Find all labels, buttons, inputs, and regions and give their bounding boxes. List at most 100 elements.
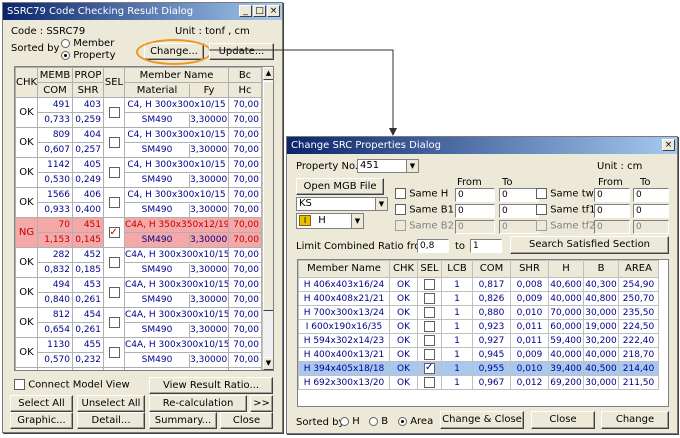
same-tw-to[interactable]: 0 — [633, 188, 669, 202]
same-h-from[interactable]: 0 — [455, 188, 495, 202]
h-cell: 70,000 — [548, 305, 584, 320]
search-section-button[interactable]: Search Satisfied Section — [510, 236, 669, 254]
open-mgb-button[interactable]: Open MGB File — [296, 178, 384, 195]
table-row[interactable]: H 700x300x13/24 OK 1 0,880 0,010 70,000 … — [298, 305, 659, 320]
same-b2: Same B2 — [395, 220, 454, 232]
limit-from-input[interactable]: 0,8 — [417, 239, 449, 253]
to-label: To — [502, 177, 513, 188]
column-header[interactable]: SEL — [417, 260, 442, 278]
lcb-cell: 1 — [441, 333, 473, 348]
right-titlebar[interactable]: Change SRC Properties Dialog × — [287, 137, 677, 154]
select-checkbox[interactable] — [424, 292, 435, 304]
select-checkbox[interactable] — [424, 334, 435, 346]
sel-cell[interactable] — [417, 319, 442, 334]
select-checkbox[interactable] — [424, 320, 435, 332]
chk-cell: OK — [389, 375, 418, 390]
b-cell: 40,000 — [583, 347, 619, 362]
same-tw[interactable]: Same tw — [536, 188, 594, 200]
radio-h[interactable] — [340, 416, 349, 426]
select-checkbox[interactable] — [424, 348, 435, 360]
close-button[interactable]: Close — [531, 411, 595, 429]
chevron-down-icon[interactable]: ▼ — [375, 198, 387, 210]
sel-cell[interactable] — [417, 375, 442, 390]
h-cell: 40,000 — [548, 291, 584, 306]
table-row[interactable]: H 400x400x13/21 OK 1 0,945 0,009 40,000 … — [298, 347, 659, 362]
column-header[interactable]: COM — [472, 260, 511, 278]
same-tf1-to[interactable]: 0 — [633, 204, 669, 218]
sel-cell[interactable] — [417, 291, 442, 306]
change-close-button[interactable]: Change & Close — [440, 411, 524, 429]
b-cell: 40,800 — [583, 291, 619, 306]
column-header[interactable]: AREA — [618, 260, 659, 278]
sort-area-radio[interactable]: Area — [398, 416, 433, 427]
sel-cell[interactable] — [417, 333, 442, 348]
limit-to-label: to — [455, 241, 466, 252]
column-header[interactable]: CHK — [389, 260, 418, 278]
same-b1-from[interactable]: 0 — [455, 204, 495, 218]
chk-cell: OK — [389, 319, 418, 334]
shr-cell: 0,010 — [510, 305, 549, 320]
same-tf1-from[interactable]: 0 — [594, 204, 630, 218]
change-apply-button[interactable]: Change — [601, 411, 669, 429]
h-cell: 40,600 — [548, 277, 584, 292]
same-h[interactable]: Same H — [395, 188, 448, 200]
h-cell: 40,000 — [548, 347, 584, 362]
code-combo[interactable]: KS ▼ — [296, 197, 388, 211]
sel-cell[interactable] — [417, 277, 442, 292]
table-row[interactable]: H 394x405x18/18 OK 1 0,955 0,010 39,400 … — [298, 361, 659, 376]
com-cell: 0,923 — [472, 319, 511, 334]
select-checkbox[interactable] — [424, 376, 435, 388]
shr-cell: 0,011 — [510, 319, 549, 334]
close-icon[interactable]: × — [662, 139, 675, 151]
same-b1-checkbox[interactable] — [395, 204, 406, 215]
area-cell: 218,70 — [618, 347, 659, 362]
table-row[interactable]: I 600x190x16/35 OK 1 0,923 0,011 60,000 … — [298, 319, 659, 334]
radio-area[interactable] — [398, 416, 407, 426]
limit-to-input[interactable]: 1 — [470, 239, 502, 253]
shape-combo[interactable]: I H ▼ — [296, 213, 364, 229]
sel-cell[interactable] — [417, 305, 442, 320]
member-name-cell: H 394x405x18/18 — [298, 361, 390, 376]
table-row[interactable]: H 594x302x14/23 OK 1 0,927 0,011 59,400 … — [298, 333, 659, 348]
same-b2-label: Same B2 — [409, 220, 454, 232]
same-h-to[interactable]: 0 — [499, 188, 539, 202]
same-tw-from[interactable]: 0 — [594, 188, 630, 202]
same-h-checkbox[interactable] — [395, 188, 406, 199]
same-b1[interactable]: Same B1 — [395, 204, 454, 216]
table-row[interactable]: H 400x408x21/21 OK 1 0,826 0,009 40,000 … — [298, 291, 659, 306]
h-cell: 59,400 — [548, 333, 584, 348]
sort-b-radio[interactable]: B — [369, 416, 388, 427]
h-cell: 60,000 — [548, 319, 584, 334]
sel-cell[interactable] — [417, 361, 442, 376]
from-label: From — [457, 177, 482, 188]
chevron-down-icon[interactable]: ▼ — [351, 214, 363, 228]
chk-cell: OK — [389, 333, 418, 348]
same-tf1[interactable]: Same tf1 — [536, 204, 596, 216]
chevron-down-icon[interactable]: ▼ — [406, 160, 418, 172]
sort-h-radio[interactable]: H — [340, 416, 360, 427]
unit-label: Unit : cm — [597, 161, 643, 172]
com-cell: 0,955 — [472, 361, 511, 376]
limit-label: Limit Combined Ratio from — [296, 241, 431, 252]
same-tf1-checkbox[interactable] — [536, 204, 547, 215]
radio-b[interactable] — [369, 416, 378, 426]
sel-cell[interactable] — [417, 347, 442, 362]
com-cell: 0,826 — [472, 291, 511, 306]
column-header[interactable]: SHR — [510, 260, 549, 278]
table-row[interactable]: H 692x300x13/20 OK 1 0,967 0,012 69,200 … — [298, 375, 659, 390]
select-checkbox[interactable] — [424, 306, 435, 318]
member-name-cell: H 692x300x13/20 — [298, 375, 390, 390]
table-row[interactable]: H 406x403x16/24 OK 1 0,817 0,008 40,600 … — [298, 277, 659, 292]
select-checkbox[interactable] — [424, 278, 435, 290]
select-checkbox[interactable] — [424, 362, 435, 374]
column-header[interactable]: Member Name — [298, 260, 390, 278]
property-no-combo[interactable]: 451 ▼ — [357, 159, 419, 173]
same-tw-checkbox[interactable] — [536, 188, 547, 199]
column-header[interactable]: H — [548, 260, 584, 278]
same-b1-to[interactable]: 0 — [499, 204, 539, 218]
column-header[interactable]: LCB — [441, 260, 473, 278]
column-header[interactable]: B — [583, 260, 619, 278]
member-name-cell: I 600x190x16/35 — [298, 319, 390, 334]
same-b2-from: 0 — [455, 220, 495, 234]
shr-cell: 0,012 — [510, 375, 549, 390]
